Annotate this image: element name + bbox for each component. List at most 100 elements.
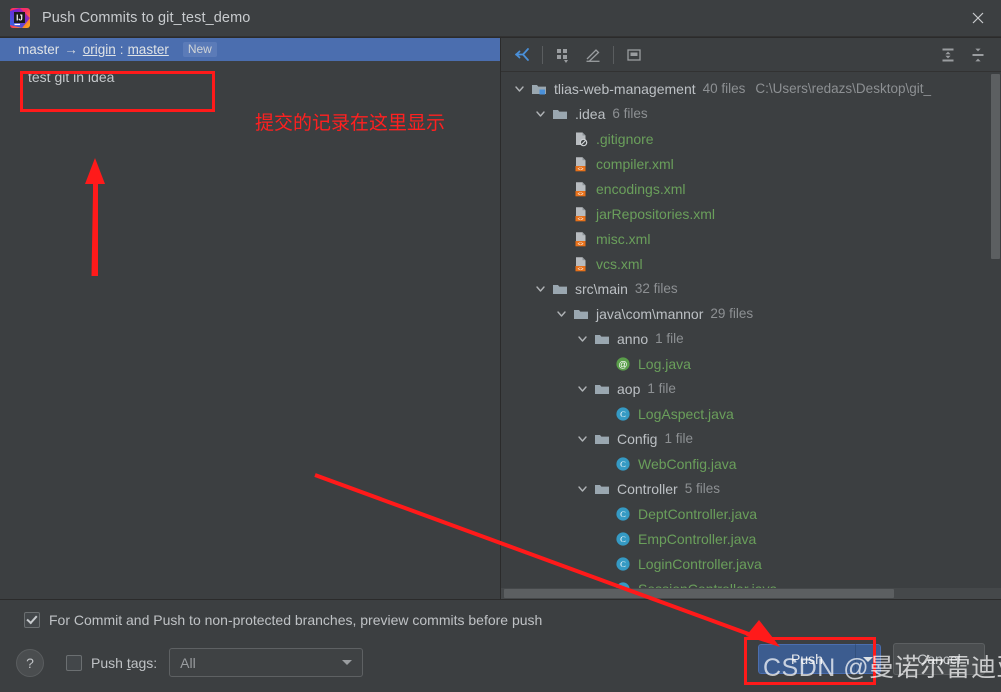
close-icon[interactable] (955, 0, 1001, 36)
push-tags-select[interactable]: All (169, 648, 364, 677)
window-title: Push Commits to git_test_demo (42, 10, 251, 26)
tree-node-file-count: 1 file (664, 431, 693, 446)
tree-node-file-count: 6 files (612, 106, 648, 121)
help-button[interactable]: ? (16, 648, 44, 677)
tree-file-row[interactable]: <> misc.xml (501, 226, 1001, 251)
tree-node-label: .idea (575, 105, 606, 122)
tree-vertical-scroll-thumb[interactable] (991, 74, 1000, 259)
new-badge: New (182, 42, 217, 57)
chevron-down-icon (863, 656, 873, 662)
collapse-changes-icon[interactable] (508, 43, 536, 67)
tree-file-row[interactable]: C EmpController.java (501, 526, 1001, 551)
tree-file-row[interactable]: <> jarRepositories.xml (501, 201, 1001, 226)
push-split-button[interactable]: Push (758, 644, 881, 674)
commit-list[interactable]: test git in idea (0, 61, 500, 599)
tree-file-row[interactable]: <> vcs.xml (501, 251, 1001, 276)
tree-node-label: Log.java (638, 355, 691, 372)
svg-text:@: @ (618, 359, 627, 369)
tree-node-file-count: 1 file (655, 331, 684, 346)
tree-file-row[interactable]: <> encodings.xml (501, 176, 1001, 201)
preview-diff-icon[interactable] (620, 43, 648, 67)
tree-file-row[interactable]: C DeptController.java (501, 501, 1001, 526)
collapse-all-icon[interactable] (964, 43, 992, 67)
folder-icon (550, 106, 570, 122)
svg-text:<>: <> (578, 191, 584, 197)
tree-node-file-count: 5 files (684, 481, 720, 496)
tree-horizontal-scrollbar[interactable] (501, 588, 1001, 599)
titlebar: IJ Push Commits to git_test_demo (0, 0, 1001, 37)
push-dropdown-button[interactable] (855, 644, 881, 674)
chevron-down-icon[interactable] (572, 383, 592, 394)
tree-folder-row[interactable]: aop 1 file (501, 376, 1001, 401)
tree-vertical-scrollbar[interactable] (990, 72, 1001, 599)
tree-file-row[interactable]: @ Log.java (501, 351, 1001, 376)
chevron-down-icon[interactable] (572, 433, 592, 444)
svg-text:IJ: IJ (16, 14, 23, 23)
gitignore-file-icon (571, 131, 591, 147)
commit-row[interactable]: test git in idea (0, 63, 500, 91)
tree-file-row[interactable]: C WebConfig.java (501, 451, 1001, 476)
tree-file-row[interactable]: C LogAspect.java (501, 401, 1001, 426)
tree-horizontal-scroll-thumb[interactable] (504, 589, 894, 598)
tree-node-label: vcs.xml (596, 255, 643, 272)
branch-row[interactable]: master → origin : master New (0, 38, 500, 61)
tree-node-label: encodings.xml (596, 180, 686, 197)
push-commits-dialog: IJ Push Commits to git_test_demo master … (0, 0, 1001, 692)
tree-folder-row[interactable]: src\main 32 files (501, 276, 1001, 301)
folder-icon (592, 381, 612, 397)
module-folder-icon (529, 81, 549, 97)
java-class-icon: C (613, 556, 633, 572)
tree-node-label: compiler.xml (596, 155, 674, 172)
preview-commits-checkbox[interactable] (24, 612, 40, 628)
tree-folder-row[interactable]: Controller 5 files (501, 476, 1001, 501)
chevron-down-icon[interactable] (530, 283, 550, 294)
push-tags-checkbox[interactable] (66, 654, 82, 671)
chevron-down-icon[interactable] (530, 108, 550, 119)
tree-node-label: anno (617, 330, 649, 347)
tree-folder-row[interactable]: .idea 6 files (501, 101, 1001, 126)
svg-text:<>: <> (578, 266, 584, 272)
tree-file-row[interactable]: C LoginController.java (501, 551, 1001, 576)
tree-file-row[interactable]: <> compiler.xml (501, 151, 1001, 176)
tree-node-path: C:\Users\redazs\Desktop\git_ (755, 81, 931, 96)
edit-icon[interactable] (579, 43, 607, 67)
push-button[interactable]: Push (758, 644, 855, 674)
push-tags-value: All (180, 654, 196, 671)
tree-file-row[interactable]: .gitignore (501, 126, 1001, 151)
chevron-down-icon[interactable] (572, 483, 592, 494)
tree-folder-row[interactable]: anno 1 file (501, 326, 1001, 351)
chevron-down-icon[interactable] (509, 83, 529, 94)
java-class-icon: C (613, 456, 633, 472)
tree-folder-row[interactable]: Config 1 file (501, 426, 1001, 451)
svg-text:C: C (620, 459, 626, 469)
toolbar-divider-2 (613, 45, 614, 64)
xml-file-icon: <> (571, 156, 591, 172)
xml-file-icon: <> (571, 231, 591, 247)
dialog-body: master → origin : master New test git in… (0, 37, 1001, 599)
intellij-idea-logo-icon: IJ (10, 8, 30, 28)
java-class-icon: C (613, 506, 633, 522)
cancel-button[interactable]: Cancel (893, 643, 985, 675)
dialog-footer: For Commit and Push to non-protected bra… (0, 599, 1001, 692)
expand-all-icon[interactable] (934, 43, 962, 67)
xml-file-icon: <> (571, 181, 591, 197)
remote-name-link[interactable]: origin (83, 42, 116, 57)
remote-branch-link[interactable]: master (128, 42, 169, 57)
tree-node-label: jarRepositories.xml (596, 205, 716, 222)
folder-icon (592, 331, 612, 347)
chevron-down-icon[interactable] (551, 308, 571, 319)
tree-node-label: Config (617, 430, 658, 447)
tree-node-label: LoginController.java (638, 555, 762, 572)
group-by-icon[interactable] (549, 43, 577, 67)
chevron-down-icon[interactable] (572, 333, 592, 344)
tree-folder-row[interactable]: java\com\mannor 29 files (501, 301, 1001, 326)
chevron-down-icon (342, 660, 353, 665)
tree-node-label: LogAspect.java (638, 405, 734, 422)
file-tree-scroll-area[interactable]: tlias-web-management 40 files C:\Users\red… (501, 72, 1001, 599)
folder-icon (592, 431, 612, 447)
preview-commits-row[interactable]: For Commit and Push to non-protected bra… (24, 612, 542, 628)
toolbar-divider (542, 45, 543, 64)
file-tree[interactable]: tlias-web-management 40 files C:\Users\red… (501, 72, 1001, 599)
tree-node-label: tlias-web-management (554, 80, 696, 97)
tree-folder-row[interactable]: tlias-web-management 40 files C:\Users\red… (501, 76, 1001, 101)
